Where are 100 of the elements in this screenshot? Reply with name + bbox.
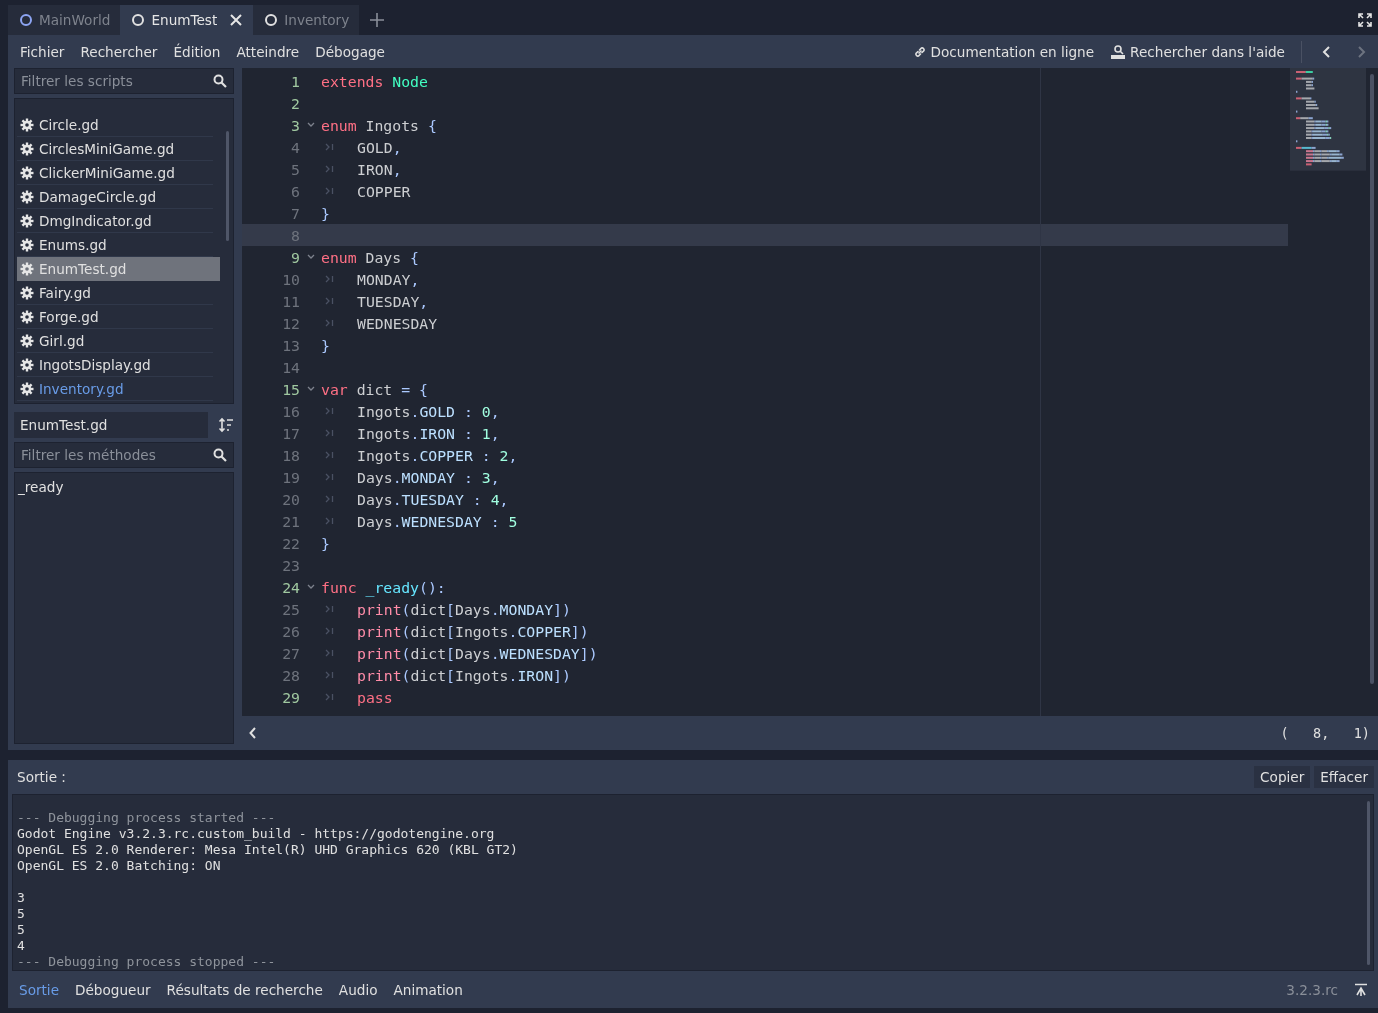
script-item[interactable]: IngotsDisplay.gd xyxy=(17,353,213,377)
fullscreen-icon[interactable] xyxy=(1358,12,1372,27)
script-name: Girl.gd xyxy=(39,332,85,349)
panel-tab[interactable]: Débogueur xyxy=(75,981,151,998)
code-text: enum Days { xyxy=(321,248,419,266)
code-text: print(dict[Days.WEDNESDAY]) xyxy=(357,644,598,662)
script-name: Forge.gd xyxy=(39,308,99,325)
sort-icon[interactable] xyxy=(218,417,234,433)
script-name: Inventory.gd xyxy=(39,380,124,397)
gear-icon xyxy=(20,141,34,156)
line-number: 2 xyxy=(290,94,300,112)
line-number: 5 xyxy=(290,160,300,178)
script-item[interactable]: Forge.gd xyxy=(17,305,213,329)
gear-icon xyxy=(20,189,34,204)
line-number: 9 xyxy=(290,248,300,266)
code-text: Days.WEDNESDAY : 5 xyxy=(357,512,518,530)
code-text: Days.TUESDAY : 4, xyxy=(357,490,509,508)
method-filter-field[interactable]: Filtrer les méthodes xyxy=(14,442,234,468)
code-text: enum Ingots { xyxy=(321,116,437,134)
code-text: GOLD, xyxy=(357,138,402,156)
add-tab-icon[interactable] xyxy=(369,11,386,28)
close-icon[interactable] xyxy=(229,13,244,27)
script-item[interactable]: Fairy.gd xyxy=(17,281,213,305)
panel-tab[interactable]: Animation xyxy=(393,981,463,998)
script-name: IngotsDisplay.gd xyxy=(39,356,151,373)
script-item[interactable]: ClickerMiniGame.gd xyxy=(17,161,213,185)
help-link[interactable]: Rechercher dans l'aide xyxy=(1110,43,1285,60)
line-number: 26 xyxy=(281,622,300,640)
line-number: 25 xyxy=(281,600,300,618)
script-name: CirclesMiniGame.gd xyxy=(39,140,175,157)
script-item[interactable]: CirclesMiniGame.gd xyxy=(17,137,213,161)
menu-item[interactable]: Édition xyxy=(173,43,221,60)
minimap-drawing[interactable] xyxy=(1290,68,1366,171)
line-number: 17 xyxy=(281,424,300,442)
code-text: WEDNESDAY xyxy=(357,314,438,332)
output-button[interactable]: Copier xyxy=(1254,766,1311,788)
search-icon xyxy=(213,74,227,88)
code-text: Ingots.COPPER : 2, xyxy=(357,446,518,464)
script-item[interactable]: Circle.gd xyxy=(17,113,213,137)
line-number: 18 xyxy=(281,446,300,464)
scrollbar[interactable] xyxy=(1370,74,1374,684)
line-number: 27 xyxy=(281,644,300,662)
code-text: Days.MONDAY : 3, xyxy=(357,468,500,486)
gear-icon xyxy=(20,357,34,372)
gear-icon xyxy=(20,285,34,300)
scrollbar[interactable] xyxy=(1367,801,1370,965)
log-line: 5 xyxy=(17,906,26,922)
code-text: Ingots.GOLD : 0, xyxy=(357,402,500,420)
log-line: Godot Engine v3.2.3.rc.custom_build - https://godotengine.org xyxy=(17,826,496,842)
scene-tab[interactable]: EnumTest xyxy=(120,5,254,35)
gear-icon xyxy=(20,117,34,132)
panel-tab[interactable]: Sortie xyxy=(19,981,59,998)
doc-search-icon xyxy=(1110,43,1127,60)
panel-tab[interactable]: Résultats de recherche xyxy=(166,981,323,998)
line-number: 1 xyxy=(290,72,300,90)
code-text: TUESDAY, xyxy=(357,292,429,310)
script-item[interactable]: Inventory.gd xyxy=(17,377,213,401)
script-item[interactable]: EnumTest.gd xyxy=(17,257,220,281)
line-number: 13 xyxy=(281,336,300,354)
scrollbar[interactable] xyxy=(226,131,229,241)
script-name: Circle.gd xyxy=(39,116,99,133)
line-number: 29 xyxy=(281,688,300,706)
script-name: ClickerMiniGame.gd xyxy=(39,164,175,181)
gear-icon xyxy=(20,333,34,348)
code-text: var dict = { xyxy=(321,380,428,398)
search-icon xyxy=(213,448,227,462)
menu-item[interactable]: Débogage xyxy=(315,43,385,60)
log-line: 3 xyxy=(17,889,26,906)
line-number: 4 xyxy=(290,138,300,156)
gear-icon xyxy=(20,213,34,228)
panel-tab[interactable]: Audio xyxy=(338,981,378,998)
output-title: Sortie : xyxy=(17,769,66,785)
pin-icon[interactable] xyxy=(1354,982,1368,997)
line-number: 19 xyxy=(281,468,300,486)
current-script-label: EnumTest.gd xyxy=(14,412,208,438)
log-line: --- Debugging process started --- xyxy=(17,810,277,826)
script-item[interactable]: DamageCircle.gd xyxy=(17,185,213,209)
output-button[interactable]: Effacer xyxy=(1314,766,1374,788)
code-text: print(dict[Ingots.IRON]) xyxy=(357,666,571,684)
line-number: 28 xyxy=(281,666,300,684)
script-item[interactable]: DmgIndicator.gd xyxy=(17,209,213,233)
scene-tab[interactable]: MainWorld xyxy=(8,5,121,35)
log-line: 4 xyxy=(17,938,26,954)
scene-tab[interactable]: Inventory xyxy=(253,5,360,35)
menu-item[interactable]: Rechercher xyxy=(80,43,158,60)
line-number: 6 xyxy=(290,182,300,200)
gear-icon xyxy=(20,381,34,396)
script-item[interactable]: Girl.gd xyxy=(17,329,213,353)
menu-item[interactable]: Atteindre xyxy=(236,43,300,60)
gear-icon xyxy=(20,309,34,324)
gear-icon xyxy=(20,237,34,252)
method-item[interactable]: _ready xyxy=(18,477,230,497)
menu-item[interactable]: Fichier xyxy=(20,43,65,60)
cursor-position: ( 8, 1) xyxy=(1280,725,1370,741)
script-filter-field[interactable]: Filtrer les scripts xyxy=(14,68,234,94)
help-link[interactable]: Documentation en ligne xyxy=(912,43,1095,60)
script-name: EnumTest.gd xyxy=(39,260,127,277)
code-text: print(dict[Days.MONDAY]) xyxy=(357,600,571,618)
line-number: 24 xyxy=(281,578,300,596)
code-text: IRON, xyxy=(357,160,402,178)
